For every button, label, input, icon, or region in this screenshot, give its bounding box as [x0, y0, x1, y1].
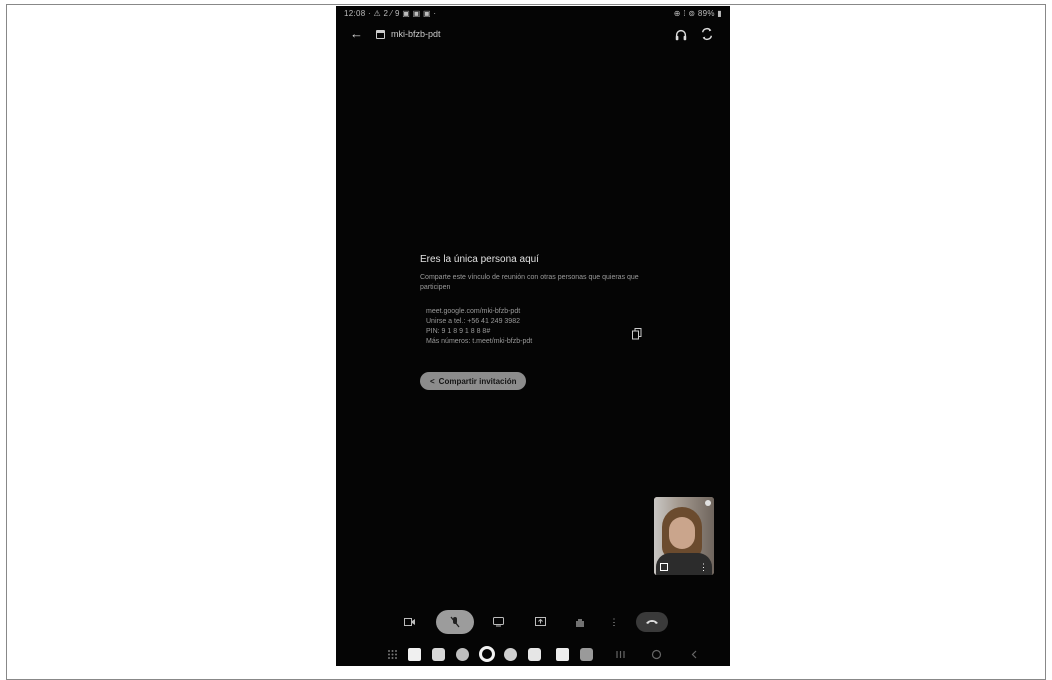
camera-button[interactable] [400, 612, 420, 632]
present-icon [534, 617, 546, 626]
meeting-phone: Unirse a tel.: +56 41 249 3982 [426, 318, 520, 325]
captions-icon [492, 617, 504, 627]
back-icon[interactable] [688, 648, 701, 661]
raise-hand-button[interactable] [570, 612, 590, 632]
meeting-link: meet.google.com/mki-bfzb-pdt [426, 308, 521, 315]
self-view-tile[interactable]: ⋮ [654, 497, 714, 575]
app-icon[interactable] [456, 648, 469, 661]
apps-icon[interactable] [386, 648, 399, 661]
status-bar: 12:08 · ⚠ 2 ⁄ 9 ▣ ▣ ▣ · ⊕ ⁞ ⊚ 89% ▮ [336, 6, 730, 22]
share-invitation-label: Compartir invitación [438, 376, 517, 386]
copy-icon[interactable] [632, 328, 642, 340]
end-call-button[interactable] [636, 612, 668, 632]
app-icon[interactable] [580, 648, 593, 661]
more-options-button[interactable]: ⋮ [604, 612, 624, 632]
meeting-more-numbers: Más números: t.meet/mki-bfzb-pdt [426, 338, 533, 345]
recents-icon[interactable] [614, 648, 627, 661]
app-icon[interactable] [504, 648, 517, 661]
raise-hand-icon [576, 618, 584, 627]
share-invitation-button[interactable]: < Compartir invitación [420, 372, 527, 390]
self-view-more-icon[interactable]: ⋮ [699, 563, 708, 572]
phone-screen: 12:08 · ⚠ 2 ⁄ 9 ▣ ▣ ▣ · ⊕ ⁞ ⊚ 89% ▮ ← mk… [336, 6, 730, 666]
status-bar-left: 12:08 · ⚠ 2 ⁄ 9 ▣ ▣ ▣ · [344, 9, 437, 18]
more-icon: ⋮ [609, 616, 619, 627]
meet-app-bar: ← mki-bfzb-pdt [336, 24, 730, 52]
assistant-icon[interactable] [479, 646, 495, 662]
switch-camera-icon[interactable] [700, 27, 714, 41]
lobby-content: Eres la única persona aquí Comparte este… [420, 254, 650, 347]
alone-title: Eres la única persona aquí [420, 254, 539, 265]
app-icon[interactable] [556, 648, 569, 661]
share-icon: < [430, 376, 435, 386]
back-arrow-button[interactable]: ← [350, 26, 363, 41]
meeting-details: meet.google.com/mki-bfzb-pdt Unirse a te… [420, 307, 650, 347]
calendar-icon [376, 29, 385, 39]
end-call-icon [646, 620, 658, 624]
meeting-pin: PIN: 9 1 8 9 1 8 8 8# [426, 328, 491, 335]
meeting-code-button[interactable]: mki-bfzb-pdt [376, 29, 441, 39]
self-view-face [669, 517, 695, 549]
mic-toggle-button[interactable] [436, 610, 474, 634]
self-view-effects-icon[interactable] [660, 563, 668, 571]
captions-button[interactable] [488, 612, 508, 632]
android-taskbar [336, 644, 730, 666]
files-icon[interactable] [432, 648, 445, 661]
status-bar-right: ⊕ ⁞ ⊚ 89% ▮ [673, 9, 722, 18]
present-button[interactable] [530, 612, 550, 632]
home-icon[interactable] [650, 648, 663, 661]
alone-subtitle: Comparte este vínculo de reunión con otr… [420, 274, 639, 291]
meeting-code: mki-bfzb-pdt [391, 29, 441, 39]
mic-off-icon [450, 616, 460, 628]
self-view-indicator-icon [705, 500, 711, 506]
headphones-icon[interactable] [674, 28, 688, 42]
call-controls-bar: ⋮ [336, 608, 730, 636]
app-icon[interactable] [408, 648, 421, 661]
app-icon[interactable] [528, 648, 541, 661]
camera-icon [404, 618, 415, 626]
